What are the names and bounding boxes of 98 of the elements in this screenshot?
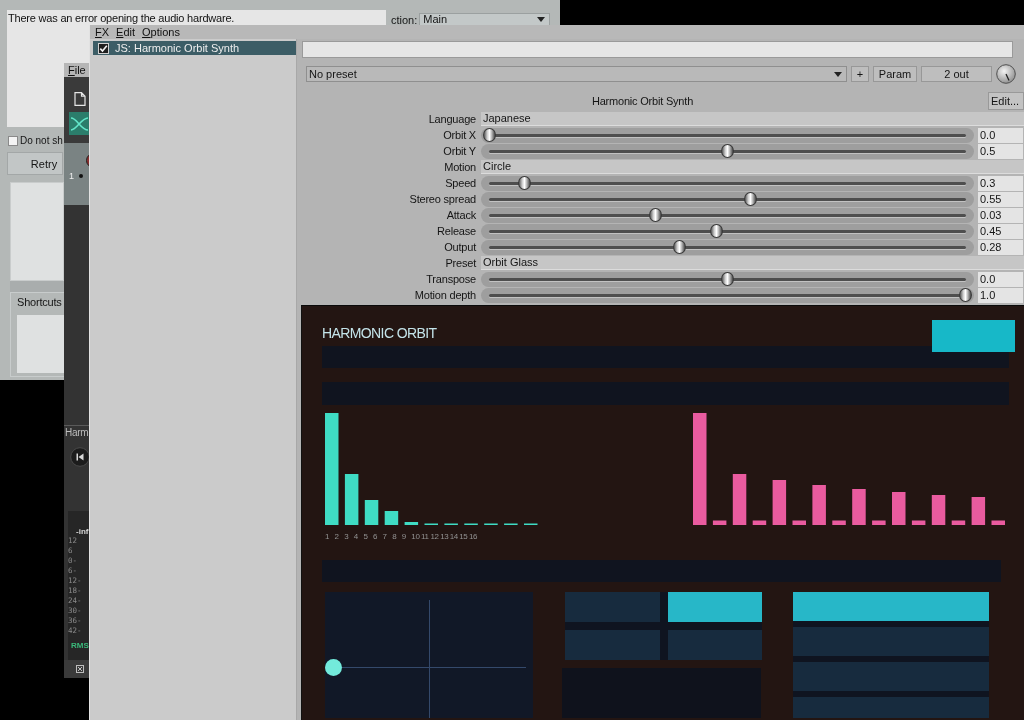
- param-label: Motion depth: [414, 288, 477, 303]
- fx-name-field[interactable]: [302, 41, 1013, 58]
- curve-icon[interactable]: [69, 112, 90, 135]
- harmonic-number: 1: [325, 532, 331, 542]
- slider-thumb[interactable]: [483, 127, 496, 142]
- param-value[interactable]: 0.0: [978, 271, 1023, 287]
- checkbox[interactable]: [8, 136, 18, 146]
- param-choice-field[interactable]: Circle: [481, 160, 1024, 174]
- harmonic-number: 12: [430, 532, 440, 542]
- slider-thumb[interactable]: [673, 239, 687, 254]
- harmonic-number: 10: [411, 532, 421, 542]
- menu-item[interactable]: Edit: [116, 25, 136, 39]
- param-label: Orbit Y: [443, 144, 477, 159]
- peak-readout: -inf: [76, 527, 89, 536]
- harmonic-number: 13: [440, 532, 450, 542]
- slider-thumb[interactable]: [649, 207, 663, 222]
- checkbox-label: Do not sh: [20, 135, 63, 147]
- harmonic-number: 9: [401, 532, 407, 542]
- slider-track[interactable]: [481, 271, 974, 287]
- param-value[interactable]: 1.0: [978, 287, 1023, 303]
- plugin-title: Harmonic Orbit Synth: [591, 94, 694, 108]
- list-tile[interactable]: [793, 662, 989, 691]
- menu-item[interactable]: Options: [142, 25, 180, 39]
- slider-track[interactable]: [481, 287, 974, 303]
- harmonic-number: 16: [468, 532, 478, 542]
- slider-thumb[interactable]: [721, 271, 734, 286]
- slider-track[interactable]: [481, 207, 974, 223]
- slider-track[interactable]: [481, 191, 974, 207]
- param-value[interactable]: 0.45: [978, 223, 1023, 239]
- param-label: Language: [428, 112, 477, 127]
- harmonic-number: 6: [372, 532, 379, 542]
- harmonic-number: 11: [420, 532, 430, 542]
- slider-thumb[interactable]: [743, 191, 757, 206]
- knob-icon[interactable]: [996, 64, 1016, 84]
- slider-track[interactable]: [481, 127, 974, 143]
- harmonic-number: 8: [392, 532, 398, 542]
- harmonic-number: 15: [459, 532, 469, 542]
- param-label: Preset: [445, 256, 478, 271]
- caret-icon: [537, 17, 546, 22]
- option-tile[interactable]: [565, 630, 660, 660]
- param-label: Attack: [446, 208, 477, 223]
- checkbox[interactable]: [98, 42, 109, 54]
- param-value[interactable]: 0.03: [978, 207, 1023, 223]
- track-number: 1: [69, 171, 74, 181]
- param-label: Motion: [444, 160, 477, 175]
- preset-dropdown[interactable]: No preset: [306, 66, 847, 82]
- slider-thumb[interactable]: [721, 143, 734, 158]
- slider-thumb[interactable]: [959, 287, 972, 302]
- harmonic-number: 7: [382, 532, 388, 542]
- harmonic-number: 4: [353, 532, 359, 542]
- slider-track[interactable]: [481, 239, 974, 255]
- slider-track[interactable]: [481, 143, 974, 159]
- retry-button[interactable]: Retry: [7, 152, 63, 175]
- harmonic-number: 5: [363, 532, 369, 542]
- plugin-view-title: HARMONIC ORBIT: [322, 325, 437, 341]
- param-value[interactable]: 0.5: [978, 143, 1023, 159]
- menu-item[interactable]: FX: [95, 25, 110, 39]
- dot-icon: [79, 174, 83, 178]
- param-value[interactable]: 0.28: [978, 239, 1023, 255]
- option-tile[interactable]: [667, 630, 762, 660]
- menu-item[interactable]: File: [68, 63, 86, 77]
- toolbar-button[interactable]: 2 out: [921, 66, 992, 82]
- edit-button[interactable]: Edit...: [988, 92, 1024, 110]
- close-box-icon[interactable]: [76, 665, 84, 673]
- meter-mode-label: RMS: [71, 641, 89, 650]
- list-tile[interactable]: [793, 697, 989, 718]
- harmonic-number: 14: [449, 532, 459, 542]
- option-tile[interactable]: [565, 592, 660, 622]
- param-value[interactable]: 0.0: [978, 127, 1023, 143]
- slider-thumb[interactable]: [709, 223, 723, 238]
- param-value[interactable]: 0.55: [978, 191, 1023, 207]
- fx-chain-item[interactable]: JS: Harmonic Orbit Synth: [93, 41, 296, 55]
- param-label: Release: [437, 224, 477, 239]
- option-tile[interactable]: [667, 592, 762, 622]
- param-value[interactable]: 0.3: [978, 175, 1023, 191]
- skip-back-icon[interactable]: [70, 447, 90, 467]
- group-label: Shortcuts: [17, 296, 62, 309]
- slider-track[interactable]: [481, 175, 974, 191]
- param-label: Orbit X: [443, 128, 477, 143]
- harmonic-number: 3: [344, 532, 350, 542]
- caret-icon: [834, 71, 842, 77]
- pad-handle-icon[interactable]: [325, 659, 342, 676]
- param-choice-field[interactable]: Orbit Glass: [481, 256, 1024, 270]
- param-label: Speed: [445, 176, 477, 191]
- list-tile[interactable]: [793, 627, 989, 656]
- toolbar-button[interactable]: +: [851, 66, 869, 82]
- param-choice-field[interactable]: Japanese: [481, 112, 1024, 126]
- harmonic-number: 2: [334, 532, 340, 542]
- param-label: Transpose: [426, 272, 477, 287]
- file-icon[interactable]: [74, 92, 86, 106]
- param-label: Output: [444, 240, 478, 255]
- slider-track[interactable]: [481, 223, 974, 239]
- toolbar-button[interactable]: Param: [873, 66, 917, 82]
- error-message: There was an error opening the audio hardware.: [8, 12, 235, 25]
- slider-thumb[interactable]: [517, 175, 531, 190]
- list-tile[interactable]: [793, 592, 989, 621]
- section-label: ction:: [391, 14, 418, 27]
- param-label: Stereo spread: [409, 192, 477, 207]
